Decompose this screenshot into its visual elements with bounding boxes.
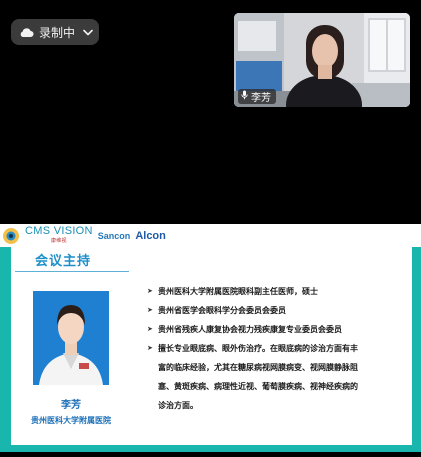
list-item: ➤ 擅长专业眼底病、眼外伤治疗。在眼底病的诊治方面有丰 富的临床经验，尤其在糖尿…	[147, 339, 409, 415]
section-title: 会议主持	[35, 254, 92, 269]
arrow-bullet-icon: ➤	[147, 325, 153, 333]
bio-line: 富的临床经验，尤其在糖尿病视网膜病变、视网膜静脉阻	[158, 363, 358, 372]
arrow-bullet-icon: ➤	[147, 306, 153, 314]
microphone-icon	[241, 90, 248, 103]
bio-line: 贵州医科大学附属医院眼科副主任医师，硕士	[158, 287, 318, 296]
bio-line: 贵州省残疾人康复协会视力残疾康复专业委员会委员	[158, 325, 342, 334]
arrow-bullet-icon: ➤	[147, 344, 153, 352]
speaker-bio-list: ➤ 贵州医科大学附属医院眼科副主任医师，硕士 ➤ 贵州省医学会眼科学分会委员会委…	[147, 282, 409, 415]
participant-name: 李芳	[251, 93, 271, 104]
sancon-logo: Sancon	[97, 230, 131, 241]
speaker-photo	[33, 291, 109, 385]
slide-content: 会议主持 李芳 贵州医科大学附属医院 ➤ 贵州医科大学附属医院眼科副主任医师，硕…	[11, 244, 412, 445]
shared-slide: CMS VISION 康维视 Sancon Alcon 会议主持 李芳 贵州医科…	[0, 224, 421, 452]
speaker-name: 李芳	[61, 400, 81, 411]
alcon-logo: Alcon	[135, 229, 166, 242]
cloud-icon	[19, 27, 34, 38]
recording-indicator[interactable]: 录制中	[11, 19, 99, 45]
list-item: ➤ 贵州医科大学附属医院眼科副主任医师，硕士	[147, 282, 409, 301]
list-item: ➤ 贵州省残疾人康复协会视力残疾康复专业委员会委员	[147, 320, 409, 339]
chevron-down-icon[interactable]	[83, 25, 93, 39]
cms-vision-text: CMS VISION	[25, 224, 93, 237]
recording-label: 录制中	[39, 25, 76, 40]
bio-line: 诊治方面。	[158, 401, 198, 410]
participant-name-tag: 李芳	[238, 89, 276, 104]
sponsor-logos: CMS VISION 康维视 Sancon Alcon	[2, 224, 166, 246]
title-divider	[15, 271, 129, 272]
participant-video[interactable]: 李芳	[234, 13, 410, 107]
bio-line: 塞、黄斑疾病、病理性近视、葡萄膜疾病、视神经疾病的	[158, 382, 358, 391]
eye-logo-icon	[3, 227, 19, 244]
bio-line: 擅长专业眼底病、眼外伤治疗。在眼底病的诊治方面有丰	[158, 344, 358, 353]
bio-line: 贵州省医学会眼科学分会委员会委员	[158, 306, 286, 315]
list-item: ➤ 贵州省医学会眼科学分会委员会委员	[147, 301, 409, 320]
speaker-affiliation: 贵州医科大学附属医院	[31, 416, 111, 425]
cms-vision-logo: CMS VISION 康维视	[25, 224, 93, 246]
arrow-bullet-icon: ➤	[147, 287, 153, 295]
